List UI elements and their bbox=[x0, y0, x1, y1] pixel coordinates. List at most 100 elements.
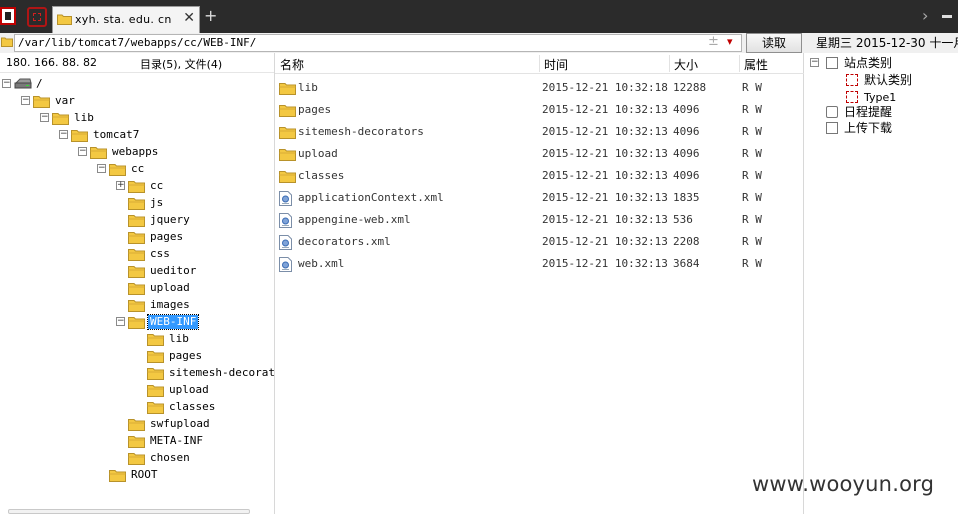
folder-icon bbox=[279, 125, 296, 142]
tree-node[interactable]: − lib bbox=[0, 110, 274, 127]
chevron-right-icon[interactable]: › bbox=[922, 7, 928, 25]
xml-file-icon bbox=[279, 191, 292, 209]
file-row[interactable]: appengine-web.xml 2015-12-21 10:32:13 536 R… bbox=[275, 209, 804, 231]
collapse-icon[interactable]: − bbox=[2, 79, 11, 88]
tree-node[interactable]: swfupload bbox=[0, 416, 274, 433]
tree-node[interactable]: pages bbox=[0, 229, 274, 246]
tree-node[interactable]: − WEB-INF bbox=[0, 314, 274, 331]
folder-icon bbox=[279, 103, 296, 120]
tree-node-label: upload bbox=[169, 383, 209, 396]
file-name: web.xml bbox=[298, 257, 345, 270]
folder-icon bbox=[128, 179, 145, 196]
column-time[interactable]: 时间 bbox=[544, 56, 568, 73]
tree-node[interactable]: ROOT bbox=[0, 467, 274, 484]
tree-node[interactable]: images bbox=[0, 297, 274, 314]
new-tab-button[interactable]: + bbox=[204, 7, 217, 25]
column-attr[interactable]: 属性 bbox=[744, 56, 768, 73]
file-time: 2015-12-21 10:32:13 bbox=[542, 125, 668, 138]
upload-download-label: 上传下载 bbox=[844, 121, 893, 135]
file-name: lib bbox=[298, 81, 318, 94]
folder-icon bbox=[128, 434, 145, 451]
tree-node[interactable]: − webapps bbox=[0, 144, 274, 161]
tree-node-label: upload bbox=[150, 281, 190, 294]
collapse-icon[interactable]: − bbox=[59, 130, 68, 139]
tree-node[interactable]: pages bbox=[0, 348, 274, 365]
site-category-node[interactable]: − 站点类别 bbox=[810, 55, 950, 72]
file-time: 2015-12-21 10:32:13 bbox=[542, 169, 668, 182]
tree-node[interactable]: css bbox=[0, 246, 274, 263]
file-row[interactable]: classes 2015-12-21 10:32:13 4096 R W bbox=[275, 165, 804, 187]
tree-node[interactable]: lib bbox=[0, 331, 274, 348]
horizontal-scrollbar[interactable] bbox=[8, 509, 250, 514]
tree-node-label: webapps bbox=[112, 145, 159, 158]
site-category-label: 站点类别 bbox=[844, 56, 893, 70]
file-row[interactable]: lib 2015-12-21 10:32:18 12288 R W bbox=[275, 77, 804, 99]
folder-icon bbox=[128, 417, 145, 434]
minimize-icon[interactable] bbox=[942, 15, 952, 18]
tree-node[interactable]: js bbox=[0, 195, 274, 212]
file-row[interactable]: applicationContext.xml 2015-12-21 10:32:1… bbox=[275, 187, 804, 209]
column-divider[interactable] bbox=[739, 55, 740, 72]
expand-icon[interactable]: + bbox=[116, 181, 125, 190]
app-menu-button[interactable] bbox=[0, 7, 16, 25]
plus-icon[interactable]: ± bbox=[708, 34, 719, 50]
file-row[interactable]: web.xml 2015-12-21 10:32:13 3684 R W bbox=[275, 253, 804, 275]
schedule-node[interactable]: 日程提醒 bbox=[810, 104, 950, 121]
collapse-icon[interactable]: − bbox=[40, 113, 49, 122]
tree-node[interactable]: jquery bbox=[0, 212, 274, 229]
file-row[interactable]: decorators.xml 2015-12-21 10:32:13 2208 R W bbox=[275, 231, 804, 253]
file-size: 4096 bbox=[673, 147, 700, 160]
upload-download-node[interactable]: 上传下载 bbox=[810, 120, 950, 137]
tree-node[interactable]: + cc bbox=[0, 178, 274, 195]
column-size[interactable]: 大小 bbox=[674, 56, 698, 73]
collapse-icon[interactable]: − bbox=[21, 96, 30, 105]
tree-node[interactable]: upload bbox=[0, 382, 274, 399]
file-row[interactable]: upload 2015-12-21 10:32:13 4096 R W bbox=[275, 143, 804, 165]
tree-node[interactable]: − tomcat7 bbox=[0, 127, 274, 144]
file-attr: R W bbox=[742, 103, 762, 116]
tree-node-label: var bbox=[55, 94, 75, 107]
read-button[interactable]: 读取 bbox=[746, 33, 802, 53]
file-size: 536 bbox=[673, 213, 693, 226]
tab-title: xyh. sta. edu. cn bbox=[75, 13, 172, 26]
default-category-label: 默认类别 bbox=[864, 73, 913, 87]
file-row[interactable]: pages 2015-12-21 10:32:13 4096 R W bbox=[275, 99, 804, 121]
column-name[interactable]: 名称 bbox=[280, 56, 304, 73]
file-time: 2015-12-21 10:32:13 bbox=[542, 103, 668, 116]
column-divider[interactable] bbox=[669, 55, 670, 72]
tree-node[interactable]: META-INF bbox=[0, 433, 274, 450]
tree-node[interactable]: upload bbox=[0, 280, 274, 297]
column-divider[interactable] bbox=[539, 55, 540, 72]
tree-node[interactable]: ueditor bbox=[0, 263, 274, 280]
chevron-down-icon[interactable]: ▾ bbox=[727, 34, 733, 50]
default-category-node[interactable]: 默认类别 bbox=[810, 72, 950, 89]
tree-node[interactable]: − var bbox=[0, 93, 274, 110]
folder-icon bbox=[90, 145, 107, 162]
xml-file-icon bbox=[279, 235, 292, 253]
category-icon bbox=[846, 91, 858, 103]
date-display: 星期三 2015-12-30 十一月 bbox=[816, 36, 958, 50]
tree-node-label: pages bbox=[169, 349, 203, 362]
tab-active[interactable]: xyh. sta. edu. cn ✕ bbox=[52, 6, 200, 33]
collapse-icon[interactable]: − bbox=[97, 164, 106, 173]
drive-icon bbox=[14, 77, 32, 92]
tree-node[interactable]: chosen bbox=[0, 450, 274, 467]
folder-icon bbox=[52, 111, 69, 128]
collapse-icon[interactable]: − bbox=[810, 58, 819, 67]
tree-node[interactable]: classes bbox=[0, 399, 274, 416]
tree-node[interactable]: − / bbox=[0, 76, 274, 93]
path-input[interactable]: /var/lib/tomcat7/webapps/cc/WEB-INF/ bbox=[14, 34, 742, 52]
file-row[interactable]: sitemesh-decorators 2015-12-21 10:32:13 40… bbox=[275, 121, 804, 143]
folder-icon bbox=[279, 81, 296, 98]
tree-node-label: ROOT bbox=[131, 468, 158, 481]
tree-node-label: js bbox=[150, 196, 164, 209]
folder-icon bbox=[57, 13, 72, 28]
stop-icon[interactable] bbox=[27, 7, 47, 27]
file-size: 12288 bbox=[673, 81, 707, 94]
collapse-icon[interactable]: − bbox=[116, 317, 125, 326]
tree-node[interactable]: sitemesh-decorators bbox=[0, 365, 274, 382]
file-time: 2015-12-21 10:32:13 bbox=[542, 191, 668, 204]
tree-node[interactable]: − cc bbox=[0, 161, 274, 178]
close-icon[interactable]: ✕ bbox=[183, 10, 195, 26]
collapse-icon[interactable]: − bbox=[78, 147, 87, 156]
